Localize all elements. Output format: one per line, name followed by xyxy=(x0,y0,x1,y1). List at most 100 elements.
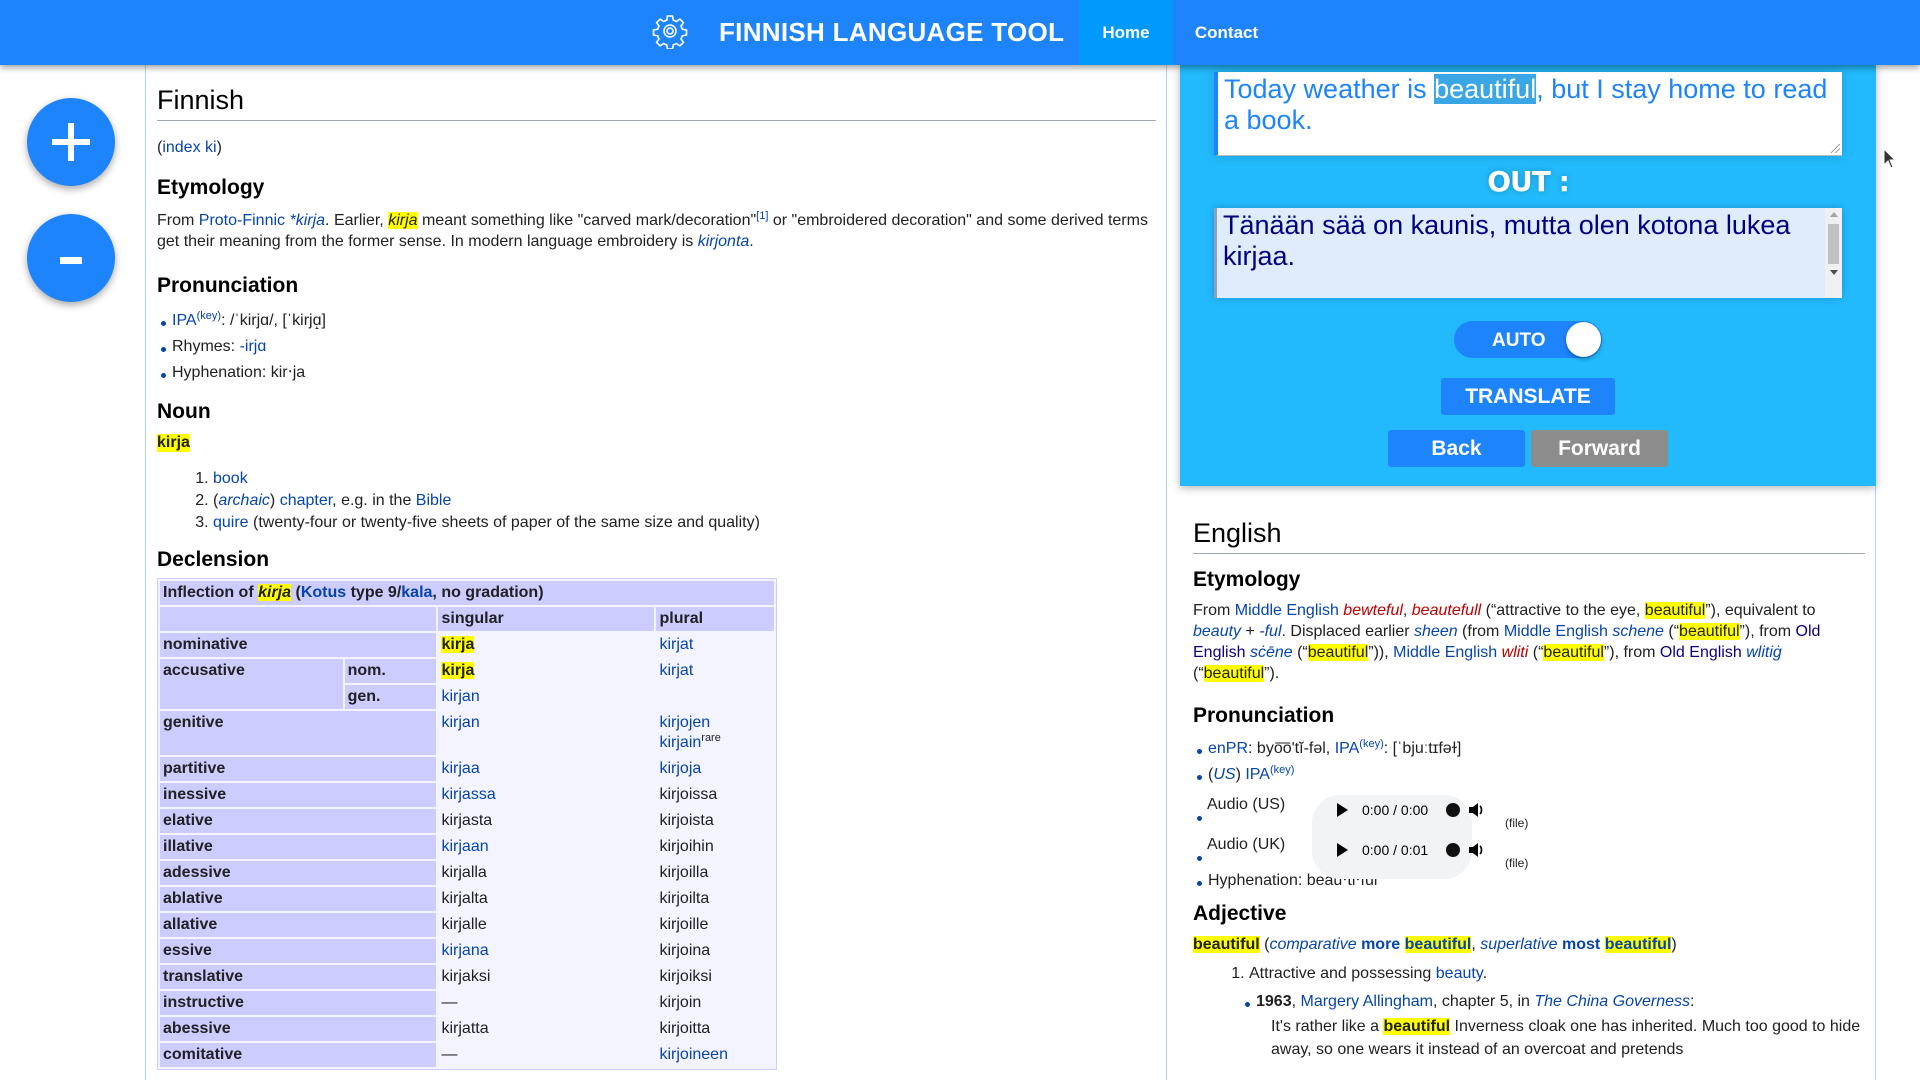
toggle-knob xyxy=(1566,322,1601,357)
ipa-link[interactable]: IPA xyxy=(1335,740,1360,757)
table-cell[interactable]: kirjat xyxy=(656,659,774,709)
row-header: nominative xyxy=(160,633,437,657)
archaic-link[interactable]: archaic xyxy=(218,492,270,509)
sense-item: quire (twenty-four or twenty-five sheets… xyxy=(213,512,1156,534)
audio-player-us[interactable]: 0:00 / 0:00 xyxy=(1337,802,1484,818)
table-row: partitive kirjaa kirjoja xyxy=(160,757,774,781)
sense-link[interactable]: quire xyxy=(213,514,249,531)
translate-button[interactable]: TRANSLATE xyxy=(1441,378,1615,415)
table-cell: — xyxy=(438,991,655,1015)
etymology-link[interactable]: bewteful xyxy=(1343,602,1403,619)
etymology-link[interactable]: beauty xyxy=(1193,623,1241,640)
kala-link[interactable]: kala xyxy=(401,584,432,601)
progress-dot[interactable] xyxy=(1446,843,1461,857)
ipa-link[interactable]: IPA xyxy=(172,312,197,329)
etymology-link[interactable]: Middle English xyxy=(1393,644,1497,661)
input-textarea[interactable]: Today weather is beautiful, but I stay h… xyxy=(1214,72,1842,156)
highlighted-word: beautiful xyxy=(1307,644,1369,661)
table-cell[interactable]: kirjaan xyxy=(438,835,655,859)
proto-finnic-link[interactable]: Proto-Finnic xyxy=(199,212,285,229)
table-cell[interactable]: kirjoja xyxy=(656,757,774,781)
volume-icon[interactable] xyxy=(1468,802,1484,818)
etymology-link[interactable]: -ful xyxy=(1259,623,1281,640)
table-cell[interactable]: kirjana xyxy=(438,939,655,963)
noun-heading: Noun xyxy=(157,400,211,423)
etymology-link[interactable]: Middle English xyxy=(1504,623,1608,640)
kotus-link[interactable]: Kotus xyxy=(301,584,346,601)
volume-icon[interactable] xyxy=(1468,842,1484,858)
table-cell: kirjoitta xyxy=(656,1017,774,1041)
table-row: genitive kirjan kirjojen kirjainrare xyxy=(160,711,774,755)
table-cell: kirjoina xyxy=(656,939,774,963)
index-link[interactable]: index ki xyxy=(162,139,216,156)
kirjonta-link[interactable]: kirjonta xyxy=(698,233,750,250)
author-link[interactable]: Margery Allingham xyxy=(1300,993,1433,1010)
zoom-in-button[interactable] xyxy=(27,98,115,186)
table-row: translative kirjaksi kirjoiksi xyxy=(160,965,774,989)
audio-player-uk[interactable]: 0:00 / 0:01 xyxy=(1337,842,1484,858)
etymology-link[interactable]: Old English xyxy=(1660,644,1742,661)
pronunciation-heading: Pronunciation xyxy=(1193,704,1335,727)
etymology-link[interactable]: Middle English xyxy=(1235,602,1339,619)
etymology-link[interactable]: wlitiġ xyxy=(1746,644,1782,661)
table-cell[interactable]: kirjat xyxy=(656,633,774,657)
sense-item: Attractive and possessing beauty. xyxy=(1249,963,1865,985)
table-cell[interactable]: kirjan xyxy=(438,685,655,709)
scroll-thumb xyxy=(1828,224,1839,264)
sub-header: nom. xyxy=(344,659,437,683)
etymology-link[interactable]: sheen xyxy=(1414,623,1458,640)
enpr-link[interactable]: enPR xyxy=(1208,740,1248,757)
forward-button[interactable]: Forward xyxy=(1531,430,1668,467)
table-cell[interactable]: kirjaa xyxy=(438,757,655,781)
top-navigation-bar: FINNISH LANGUAGE TOOL Home Contact xyxy=(0,0,1920,65)
play-icon[interactable] xyxy=(1337,803,1348,817)
output-textarea[interactable]: Tänään sää on kaunis, mutta olen kotona … xyxy=(1214,208,1842,298)
table-row: elative kirjasta kirjoista xyxy=(160,809,774,833)
ipa-key-link[interactable]: (key) xyxy=(1270,764,1294,776)
table-cell[interactable]: kirjan xyxy=(438,711,655,755)
row-header: illative xyxy=(160,835,437,859)
row-header: inessive xyxy=(160,783,437,807)
app-title: FINNISH LANGUAGE TOOL xyxy=(719,17,1065,47)
comparative-link[interactable]: comparative xyxy=(1269,936,1356,953)
title-link[interactable]: The China Governess xyxy=(1534,993,1690,1010)
play-icon[interactable] xyxy=(1337,843,1348,857)
sense-link[interactable]: book xyxy=(213,470,248,487)
ipa-key-link[interactable]: (key) xyxy=(197,310,221,322)
reference-link[interactable]: [1] xyxy=(756,210,768,222)
superlative-form-link[interactable]: beautiful xyxy=(1604,936,1672,953)
etymology-link[interactable]: sċēne xyxy=(1250,644,1293,661)
ipa-link[interactable]: IPA xyxy=(1245,766,1270,783)
table-row: ablative kirjalta kirjoilta xyxy=(160,887,774,911)
proto-form-link[interactable]: *kirja xyxy=(289,212,325,229)
auto-toggle[interactable]: AUTO xyxy=(1454,321,1602,358)
row-header: genitive xyxy=(160,711,437,755)
output-scrollbar[interactable] xyxy=(1825,208,1842,298)
us-link[interactable]: US xyxy=(1213,766,1235,783)
beauty-link[interactable]: beauty xyxy=(1436,965,1483,982)
progress-dot[interactable] xyxy=(1446,803,1461,817)
superlative-link[interactable]: superlative xyxy=(1480,936,1557,953)
table-cell[interactable]: kirjoineen xyxy=(656,1043,774,1067)
file-link[interactable]: (file) xyxy=(1505,816,1528,830)
rhymes-link[interactable]: -irjɑ xyxy=(240,338,267,355)
etymology-link[interactable]: wliti xyxy=(1502,644,1529,661)
etymology-link[interactable]: schene xyxy=(1612,623,1664,640)
nav-contact[interactable]: Contact xyxy=(1173,0,1280,65)
comparative-form-link[interactable]: beautiful xyxy=(1404,936,1472,953)
back-button[interactable]: Back xyxy=(1388,430,1525,467)
resize-handle[interactable] xyxy=(1831,144,1840,153)
ipa-item: IPA(key): /ˈkirjɑ/, [ˈkirjɑ̝] xyxy=(157,308,1156,334)
etymology-link[interactable]: beautefull xyxy=(1412,602,1481,619)
zoom-out-button[interactable] xyxy=(27,214,115,302)
file-link[interactable]: (file) xyxy=(1505,856,1528,870)
output-label: OUT : xyxy=(1487,165,1570,198)
noun-headword: kirja xyxy=(157,434,190,452)
bible-link[interactable]: Bible xyxy=(416,492,452,509)
table-cell[interactable]: kirjojen kirjainrare xyxy=(656,711,774,755)
sense-link[interactable]: chapter xyxy=(280,492,332,509)
table-cell[interactable]: kirjassa xyxy=(438,783,655,807)
etymology-text: From Proto-Finnic *kirja. Earlier, kirja… xyxy=(157,210,1148,251)
nav-home[interactable]: Home xyxy=(1079,0,1173,65)
ipa-key-link[interactable]: (key) xyxy=(1359,738,1383,750)
